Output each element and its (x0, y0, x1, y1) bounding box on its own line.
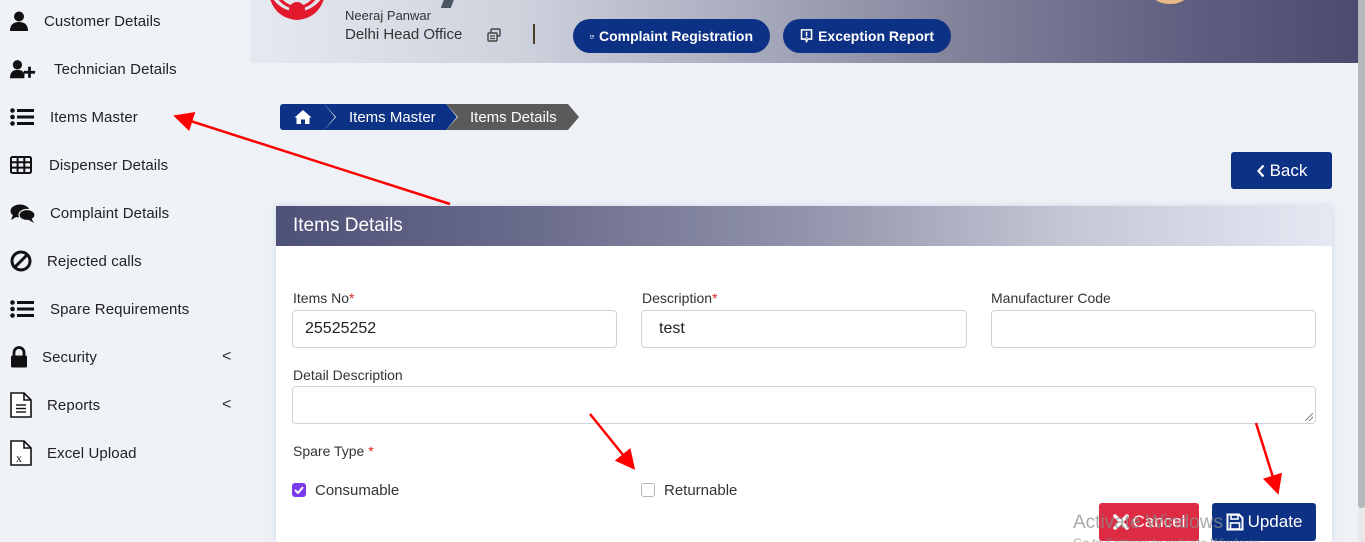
detail-description-label: Detail Description (293, 367, 403, 383)
sidebar-item-complaint-details[interactable]: Complaint Details (0, 198, 250, 228)
sidebar-item-label: Customer Details (44, 12, 161, 30)
alert-message-icon (800, 29, 813, 44)
logo-mark (440, 0, 456, 8)
comments-icon (10, 201, 36, 225)
manufacturer-code-input[interactable] (991, 310, 1316, 348)
breadcrumb: Items Master Items Details (280, 104, 579, 130)
sidebar-item-technician-details[interactable]: Technician Details (0, 54, 250, 84)
manufacturer-code-label-text: Manufacturer Code (991, 290, 1111, 306)
chevron-left-icon[interactable]: < (222, 348, 231, 366)
description-label: Description* (642, 290, 717, 306)
breadcrumb-separator (324, 104, 335, 130)
breadcrumb-home[interactable] (280, 104, 336, 130)
update-label: Update (1247, 512, 1303, 531)
chevron-left-icon (1256, 164, 1264, 177)
sidebar-item-label: Technician Details (54, 60, 177, 78)
items-details-card: Items Details (276, 206, 1332, 542)
edit-icon (590, 34, 594, 38)
sidebar: Customer Details Technician Details Item… (0, 0, 250, 542)
save-icon (1226, 513, 1244, 531)
document-icon (10, 392, 36, 418)
required-mark: * (368, 443, 374, 459)
sidebar-item-security[interactable]: Security < (0, 342, 250, 372)
manufacturer-code-label: Manufacturer Code (991, 290, 1111, 306)
items-no-value: 25525252 (305, 320, 377, 337)
description-input[interactable]: test (641, 310, 967, 348)
sidebar-item-rejected-calls[interactable]: Rejected calls (0, 246, 250, 276)
sidebar-item-label: Dispenser Details (49, 156, 169, 174)
sidebar-item-label: Security (42, 348, 97, 366)
breadcrumb-items-details: Items Details (446, 104, 579, 130)
list-icon (10, 105, 36, 129)
svg-text:x: x (16, 451, 22, 465)
returnable-label[interactable]: Returnable (664, 482, 737, 499)
breadcrumb-label: Items Details (470, 108, 557, 126)
sidebar-item-customer-details[interactable]: Customer Details (0, 6, 250, 36)
back-button[interactable]: Back (1231, 152, 1332, 189)
breadcrumb-separator (446, 104, 457, 130)
card-title: Items Details (276, 206, 1332, 246)
sidebar-item-spare-requirements[interactable]: Spare Requirements (0, 294, 250, 324)
sidebar-item-label: Spare Requirements (50, 300, 190, 318)
resize-handle[interactable] (1305, 413, 1313, 421)
scrollbar-thumb[interactable] (1358, 0, 1365, 508)
breadcrumb-label: Items Master (349, 108, 436, 126)
exception-report-label: Exception Report (818, 28, 934, 44)
user-plus-icon (10, 57, 36, 81)
list-icon (10, 297, 36, 321)
chevron-left-icon[interactable]: < (222, 396, 231, 414)
page-scrollbar[interactable] (1358, 0, 1365, 542)
sidebar-item-label: Reports (47, 396, 101, 414)
items-no-input[interactable]: 25525252 (292, 310, 617, 348)
spare-type-label-text: Spare Type (293, 443, 365, 459)
description-label-text: Description (642, 290, 713, 306)
user-icon (10, 9, 36, 33)
activate-windows-subtext: Go to Settings to activate Windows. (1073, 536, 1262, 542)
breadcrumb-items-master[interactable]: Items Master (324, 104, 458, 130)
items-no-label-text: Items No (293, 290, 350, 306)
table-icon (10, 153, 36, 177)
breadcrumb-separator (568, 104, 579, 130)
required-mark: * (712, 290, 718, 306)
detail-description-label-text: Detail Description (293, 367, 403, 383)
checkmark-icon (294, 486, 304, 494)
required-mark: * (349, 290, 355, 306)
home-icon (294, 110, 312, 124)
detail-description-textarea[interactable] (292, 386, 1316, 424)
sidebar-item-label: Excel Upload (47, 444, 137, 462)
top-header: Neeraj Panwar Delhi Head Office Complain… (250, 0, 1358, 63)
user-name: Neeraj Panwar (345, 8, 431, 23)
consumable-checkbox[interactable] (292, 483, 306, 497)
office-name: Delhi Head Office (345, 26, 463, 43)
spare-type-label: Spare Type * (293, 443, 374, 459)
sidebar-item-label: Complaint Details (50, 204, 170, 222)
returnable-checkbox[interactable] (641, 483, 655, 497)
back-label: Back (1269, 160, 1308, 180)
sidebar-item-dispenser-details[interactable]: Dispenser Details (0, 150, 250, 180)
sidebar-item-label: Rejected calls (47, 252, 142, 270)
excel-file-icon: x (10, 440, 36, 466)
user-avatar[interactable] (1153, 0, 1187, 4)
complaint-registration-button[interactable]: Complaint Registration (573, 19, 770, 53)
sidebar-item-label: Items Master (50, 108, 138, 126)
description-value: test (659, 320, 685, 337)
company-logo (270, 0, 324, 20)
lock-icon (10, 345, 36, 369)
sidebar-item-items-master[interactable]: Items Master (0, 102, 250, 132)
ban-icon (10, 249, 36, 273)
card-title-text: Items Details (293, 215, 403, 236)
exception-report-button[interactable]: Exception Report (783, 19, 951, 53)
header-divider (533, 24, 535, 44)
sidebar-item-reports[interactable]: Reports < (0, 390, 250, 420)
consumable-label[interactable]: Consumable (315, 482, 399, 499)
sidebar-item-excel-upload[interactable]: x Excel Upload (0, 438, 250, 468)
activate-windows-watermark: Activate Windows (1073, 512, 1223, 533)
switch-office-icon[interactable] (487, 28, 501, 42)
items-no-label: Items No* (293, 290, 354, 306)
complaint-registration-label: Complaint Registration (598, 28, 753, 44)
